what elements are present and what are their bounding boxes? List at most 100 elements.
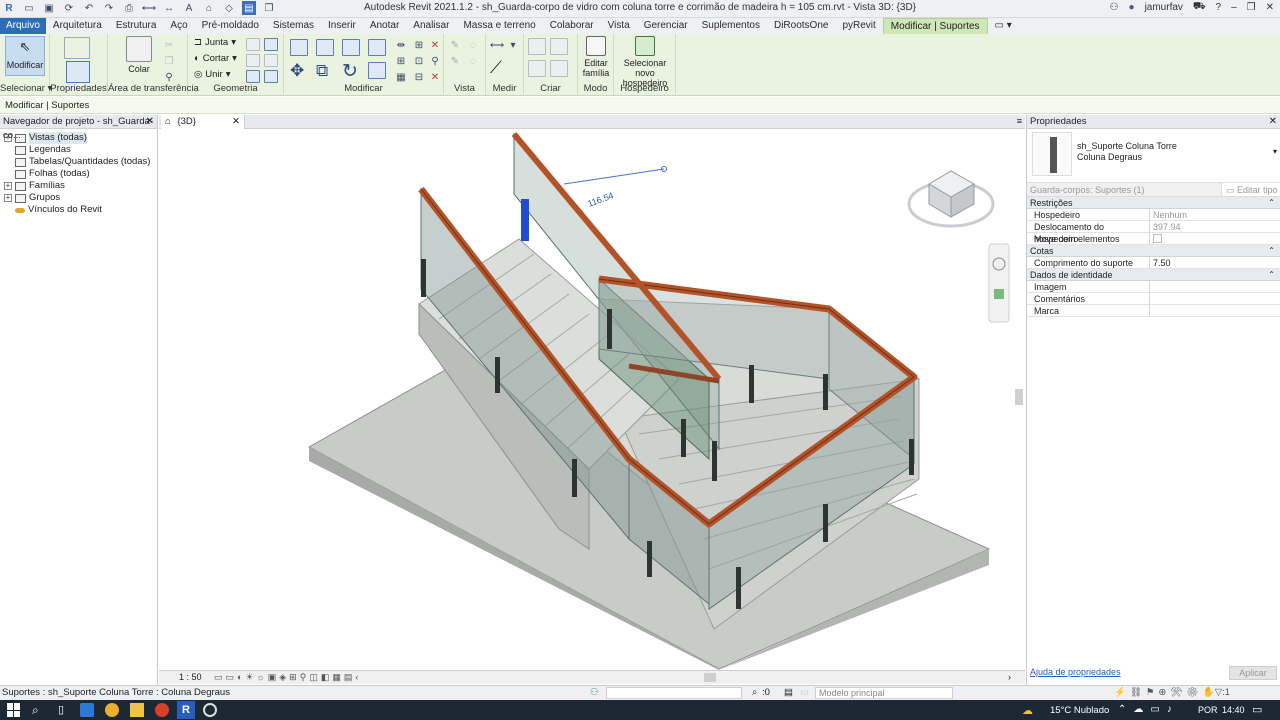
scale-icon[interactable]: ⊡ xyxy=(412,54,426,68)
delete-icon[interactable]: ✕ xyxy=(428,70,442,84)
copy-element-icon[interactable]: ⧉ xyxy=(316,61,328,81)
close-icon[interactable]: ✕ xyxy=(146,115,154,129)
geometry-tool-icon[interactable] xyxy=(264,38,278,51)
geometry-tool-icon[interactable] xyxy=(246,38,260,51)
mirror-draw-icon[interactable] xyxy=(368,39,386,56)
property-value[interactable]: 7.50 xyxy=(1150,257,1280,268)
navigation-bar[interactable] xyxy=(988,243,1010,323)
close-button[interactable]: ✕ xyxy=(1266,2,1274,13)
tab-item[interactable]: Gerenciar xyxy=(637,18,695,34)
weather-text[interactable]: 15°C Nublado xyxy=(1050,705,1109,716)
tab-item[interactable]: Anotar xyxy=(363,18,406,34)
extend-icon[interactable]: ⊟ xyxy=(412,70,426,84)
type-properties-icon[interactable] xyxy=(64,37,90,59)
zoom-icon[interactable] xyxy=(994,289,1004,299)
search-icon[interactable]: ⌕ xyxy=(32,703,46,717)
tab-item[interactable]: Inserir xyxy=(321,18,363,34)
start-icon[interactable] xyxy=(7,703,21,717)
move-icon[interactable]: ✥ xyxy=(290,61,304,81)
3d-viewport[interactable]: 116.54 xyxy=(159,129,1025,670)
offset-icon[interactable] xyxy=(316,39,334,56)
create-group-icon[interactable] xyxy=(528,60,546,77)
properties-icon[interactable] xyxy=(66,61,90,83)
tree-item-revit-links[interactable]: Vínculos do Revit xyxy=(0,204,157,216)
checkbox[interactable] xyxy=(1153,234,1162,243)
hide-icon[interactable]: ◌ xyxy=(466,38,480,52)
view-tool-icon[interactable]: ◌ xyxy=(466,54,480,68)
collapse-icon[interactable]: ⌃ xyxy=(1268,197,1275,209)
type-selector-preview[interactable]: sh_Suporte Coluna Torre Coluna Degraus ▾ xyxy=(1027,129,1280,183)
restore-button[interactable]: ❐ xyxy=(1247,2,1256,13)
property-group-header[interactable]: Restrições ⌃ xyxy=(1027,197,1280,209)
pick-new-host-button[interactable]: Selecionar novo hospedeiro xyxy=(614,36,676,88)
worksets-icon[interactable]: ⚇ xyxy=(590,686,599,700)
weather-icon[interactable]: ☁ xyxy=(1022,704,1033,717)
tab-item[interactable]: Pré-moldado xyxy=(195,18,266,34)
selection-filter-icons[interactable]: ⚡⛓⚑⊕⚒⚙✋ xyxy=(1114,686,1218,700)
horizontal-scrollbar[interactable] xyxy=(704,673,716,682)
tab-item[interactable]: pyRevit xyxy=(835,18,882,34)
tab-item[interactable]: Sistemas xyxy=(266,18,321,34)
tab-item[interactable]: Estrutura xyxy=(109,18,164,34)
create-assembly-icon[interactable] xyxy=(528,38,546,55)
geometry-tool-icon[interactable] xyxy=(246,70,260,83)
collapse-icon[interactable]: ⌃ xyxy=(1268,269,1275,281)
create-similar-icon[interactable] xyxy=(550,60,568,77)
clock[interactable]: 14:40 xyxy=(1222,705,1245,715)
join-button[interactable]: ⊐ Junta ▾ xyxy=(194,37,236,48)
split-gap-icon[interactable]: ⊞ xyxy=(412,38,426,52)
tree-item-families[interactable]: + Famílias xyxy=(0,180,157,192)
filter-icon[interactable]: ▽:1 xyxy=(1215,686,1230,700)
array-icon[interactable]: ⊞ xyxy=(394,54,408,68)
selected-support[interactable] xyxy=(521,199,529,241)
binoculars-icon[interactable]: ⚇ xyxy=(1110,2,1119,13)
geometry-tool-icon[interactable] xyxy=(264,54,278,67)
geometry-tool-icon[interactable] xyxy=(264,70,278,83)
property-value[interactable]: Nenhum xyxy=(1150,209,1280,220)
dimension-text[interactable]: 116.54 xyxy=(586,190,615,209)
measure-dropdown-icon[interactable]: ▾ xyxy=(506,38,520,52)
browser-icon[interactable] xyxy=(155,703,169,717)
user-name[interactable]: jamurfav xyxy=(1145,2,1183,13)
match-properties-icon[interactable]: ⚲ xyxy=(162,70,176,84)
select-panel-label[interactable]: Selecionar ▾ xyxy=(0,83,52,94)
property-value[interactable]: 397.94 xyxy=(1150,221,1280,232)
cart-icon[interactable]: ⛟ xyxy=(1193,1,1206,14)
tree-item-views[interactable]: +Vistas (todas) xyxy=(0,132,157,144)
view-scale[interactable]: 1 : 50 xyxy=(179,671,202,684)
tab-modify-supports[interactable]: Modificar | Suportes xyxy=(882,18,988,34)
pin-icon[interactable]: ⚲ xyxy=(428,54,442,68)
property-value[interactable] xyxy=(1150,305,1280,316)
minimize-button[interactable]: – xyxy=(1231,2,1237,13)
design-option-dropdown-icon[interactable]: ▭ xyxy=(800,686,809,700)
tree-item-schedules[interactable]: Tabelas/Quantidades (todas) xyxy=(0,156,157,168)
dropdown-icon[interactable]: ▾ xyxy=(1273,147,1277,156)
tab-item[interactable]: Analisar xyxy=(406,18,456,34)
tree-item-legends[interactable]: Legendas xyxy=(0,144,157,156)
property-group-header[interactable]: Dados de identidade ⌃ xyxy=(1027,269,1280,281)
modify-button[interactable]: ⇖ Modificar xyxy=(5,36,45,76)
stair-model[interactable]: 116.54 xyxy=(159,129,1025,670)
cut-geometry-button[interactable]: ◐ Cortar ▾ xyxy=(194,53,237,64)
unite-button[interactable]: ◎ Unir ▾ xyxy=(194,69,231,80)
tab-item[interactable]: Massa e terreno xyxy=(456,18,542,34)
collapse-icon[interactable]: ⌃ xyxy=(1268,245,1275,257)
file-explorer-icon[interactable] xyxy=(130,703,144,717)
clock-app-icon[interactable] xyxy=(203,703,217,717)
tab-item[interactable]: DiRootsOne xyxy=(767,18,835,34)
close-icon[interactable]: ✕ xyxy=(1269,115,1277,129)
rotate-icon[interactable]: ↻ xyxy=(342,60,358,83)
paste-button[interactable]: Colar xyxy=(126,36,152,74)
copy-icon[interactable]: ❐ xyxy=(162,54,176,68)
ribbon-options-icon[interactable]: ▭ ▾ xyxy=(988,18,1019,34)
chrome-icon[interactable] xyxy=(105,703,119,717)
tree-item-groups[interactable]: + Grupos xyxy=(0,192,157,204)
outlook-icon[interactable] xyxy=(80,703,94,717)
tray-icons[interactable]: ⌃☁▭♪ xyxy=(1118,704,1179,715)
aligned-dimension-icon[interactable]: ⟋ xyxy=(490,58,502,78)
property-group-header[interactable]: Cotas ⌃ xyxy=(1027,245,1280,257)
tab-item[interactable]: Aço xyxy=(163,18,194,34)
properties-help-link[interactable]: Ajuda de propriedades xyxy=(1030,667,1121,677)
split-icon[interactable]: ⇹ xyxy=(394,38,408,52)
tab-3d-view[interactable]: ⌂ {3D} ✕ xyxy=(161,115,245,129)
